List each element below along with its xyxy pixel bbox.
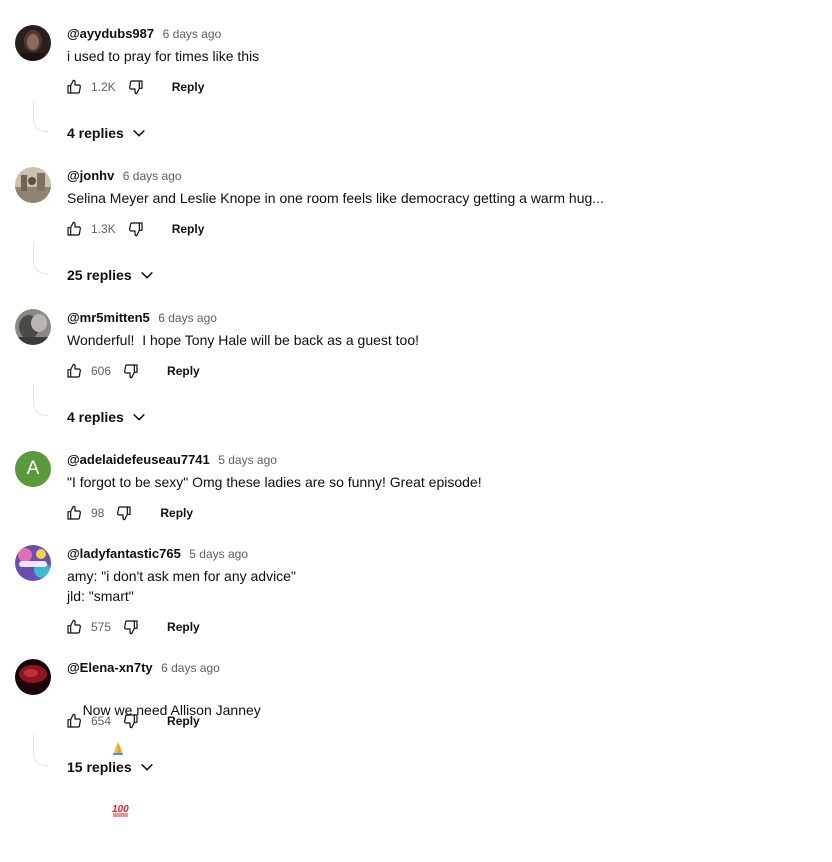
comment-time[interactable]: 5 days ago	[189, 547, 248, 561]
chevron-down-icon	[139, 267, 155, 283]
avatar[interactable]	[15, 167, 51, 203]
comment-text: Wonderful! I hope Tony Hale will be back…	[67, 332, 420, 348]
comment-author[interactable]: @ayydubs987	[67, 26, 154, 41]
dislike-button[interactable]	[124, 217, 148, 241]
thumbs-down-icon	[117, 506, 131, 521]
chevron-down-icon	[139, 759, 155, 775]
comment-time[interactable]: 6 days ago	[163, 27, 222, 41]
view-replies-button[interactable]: 4 replies	[67, 407, 147, 427]
comment-header: @adelaidefeuseau7741 5 days ago	[67, 451, 277, 469]
like-count: 1.2K	[91, 80, 116, 94]
like-button[interactable]	[62, 75, 86, 99]
comment-text: Selina Meyer and Leslie Knope in one roo…	[67, 190, 604, 206]
comment-header: @Elena-xn7ty 6 days ago	[67, 659, 220, 677]
chevron-down-icon	[131, 125, 147, 141]
comment-time[interactable]: 5 days ago	[218, 453, 277, 467]
avatar[interactable]	[15, 309, 51, 345]
reply-button[interactable]: Reply	[167, 620, 200, 634]
comment-text: "I forgot to be sexy" Omg these ladies a…	[67, 474, 482, 490]
comment-actions: 1.3K Reply	[62, 217, 204, 241]
thumbs-up-icon	[67, 505, 81, 520]
like-count: 575	[91, 620, 112, 634]
dislike-button[interactable]	[119, 615, 143, 639]
avatar[interactable]: A	[15, 451, 51, 487]
thread-connector	[33, 734, 48, 766]
comment-author[interactable]: @jonhv	[67, 168, 114, 183]
comment-time[interactable]: 6 days ago	[161, 661, 220, 675]
like-button[interactable]	[62, 217, 86, 241]
comment-actions: 98 Reply	[62, 501, 193, 525]
avatar[interactable]	[15, 545, 51, 581]
reply-button[interactable]: Reply	[172, 80, 205, 94]
comment-time[interactable]: 6 days ago	[158, 311, 217, 325]
like-count: 1.3K	[91, 222, 116, 236]
dislike-button[interactable]	[119, 359, 143, 383]
thumbs-up-icon	[67, 363, 81, 378]
thumbs-up-icon	[67, 79, 81, 94]
dislike-button[interactable]	[119, 709, 143, 733]
comment-author[interactable]: @ladyfantastic765	[67, 546, 181, 561]
avatar[interactable]	[15, 659, 51, 695]
like-button[interactable]	[62, 359, 86, 383]
comment-time[interactable]: 6 days ago	[123, 169, 182, 183]
like-button[interactable]	[62, 709, 86, 733]
chevron-down-icon	[131, 409, 147, 425]
comment-actions: 575 Reply	[62, 615, 200, 639]
view-replies-button[interactable]: 4 replies	[67, 123, 147, 143]
comment-actions: 606 Reply	[62, 359, 200, 383]
replies-count: 4 replies	[67, 409, 124, 425]
reply-button[interactable]: Reply	[167, 364, 200, 378]
comment-text: amy: "i don't ask men for any advice" jl…	[67, 568, 296, 604]
reply-button[interactable]: Reply	[167, 714, 200, 728]
svg-text:100: 100	[112, 804, 129, 815]
thread-connector	[33, 242, 48, 274]
comment-text: i used to pray for times like this	[67, 48, 260, 64]
thumbs-down-icon	[128, 222, 143, 237]
comment-header: @ayydubs987 6 days ago	[67, 25, 221, 43]
thread-connector	[33, 100, 48, 132]
hundred-points-emoji: 100	[89, 781, 130, 842]
comment-actions: 654 Reply	[62, 709, 200, 733]
like-count: 98	[91, 506, 105, 520]
thumbs-up-icon	[67, 619, 81, 634]
thumbs-down-icon	[124, 714, 138, 729]
comment-header: @ladyfantastic765 5 days ago	[67, 545, 248, 563]
comment-header: @mr5mitten5 6 days ago	[67, 309, 217, 327]
thumbs-up-icon	[67, 221, 81, 236]
comment-author[interactable]: @Elena-xn7ty	[67, 660, 153, 675]
comment-actions: 1.2K Reply	[62, 75, 204, 99]
dislike-button[interactable]	[124, 75, 148, 99]
comment-header: @jonhv 6 days ago	[67, 167, 182, 185]
thumbs-up-icon	[67, 713, 81, 728]
like-button[interactable]	[62, 501, 86, 525]
like-count: 654	[91, 714, 112, 728]
avatar-letter: A	[26, 458, 40, 479]
replies-count: 15 replies	[67, 759, 132, 775]
thread-connector	[33, 384, 48, 416]
replies-count: 4 replies	[67, 125, 124, 141]
thumbs-down-icon	[124, 364, 138, 379]
thumbs-down-icon	[128, 80, 143, 95]
replies-count: 25 replies	[67, 267, 132, 283]
avatar[interactable]	[15, 25, 51, 61]
comment-author[interactable]: @mr5mitten5	[67, 310, 150, 325]
view-replies-button[interactable]: 25 replies	[67, 265, 155, 285]
view-replies-button[interactable]: 15 replies	[67, 757, 155, 777]
reply-button[interactable]: Reply	[160, 506, 193, 520]
like-count: 606	[91, 364, 112, 378]
dislike-button[interactable]	[112, 501, 136, 525]
reply-button[interactable]: Reply	[172, 222, 205, 236]
like-button[interactable]	[62, 615, 86, 639]
thumbs-down-icon	[124, 620, 138, 635]
comment-author[interactable]: @adelaidefeuseau7741	[67, 452, 210, 467]
